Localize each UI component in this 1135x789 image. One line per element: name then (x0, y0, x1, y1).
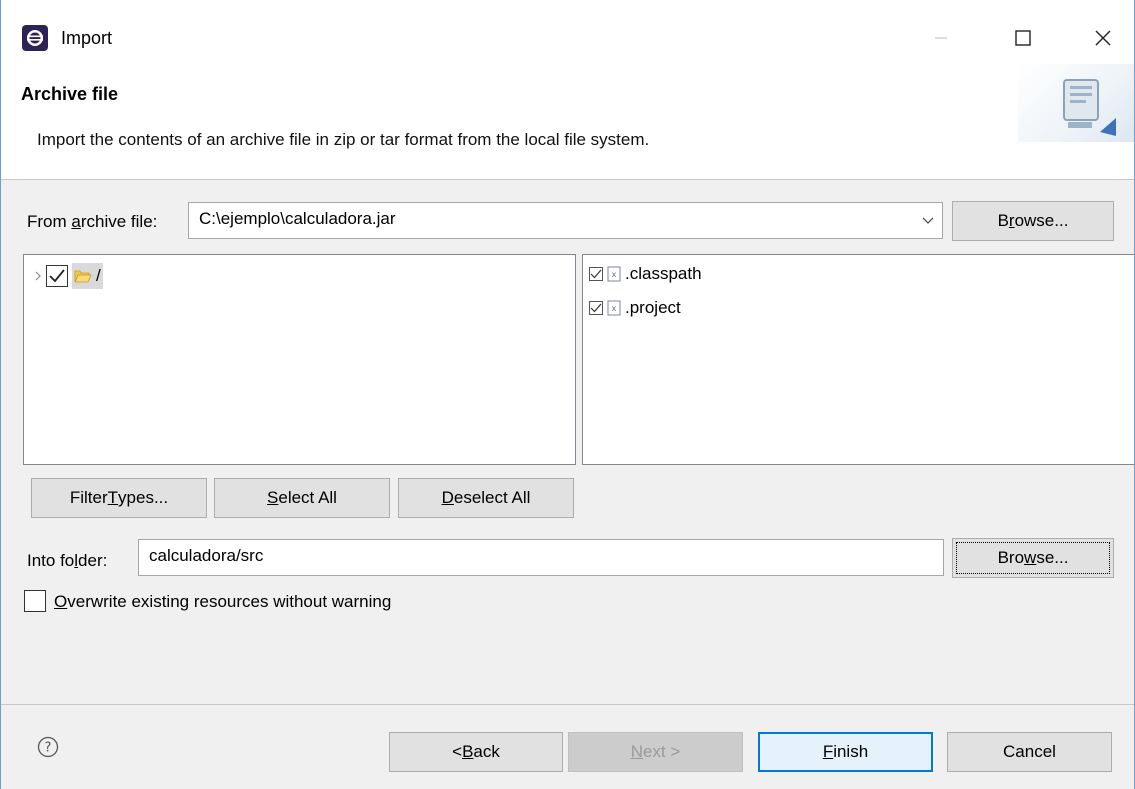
maximize-button[interactable] (993, 14, 1053, 62)
svg-text:?: ? (45, 741, 52, 756)
eclipse-app-icon (22, 25, 48, 51)
list-item-label: .project (625, 298, 681, 317)
list-item[interactable]: x .project (589, 298, 681, 318)
deselect-all-button[interactable]: Deselect All (398, 478, 574, 518)
maximize-icon (1015, 30, 1031, 46)
back-button[interactable]: < Back (389, 732, 563, 772)
xml-file-icon: x (607, 266, 621, 282)
into-folder-value: calculadora/src (149, 546, 264, 565)
file-list-panel[interactable]: x .classpath x .project (582, 254, 1134, 465)
svg-text:x: x (612, 304, 617, 313)
overwrite-checkbox[interactable] (24, 590, 46, 612)
chevron-down-icon[interactable] (918, 211, 938, 231)
overwrite-label[interactable]: Overwrite existing resources without war… (54, 592, 391, 612)
list-item-label: .classpath (625, 264, 702, 283)
tree-item[interactable]: / (30, 263, 103, 289)
import-wizard-icon (1063, 79, 1116, 136)
into-folder-browse-button[interactable]: Bro w se... (952, 538, 1114, 578)
wizard-header: Archive file Import the contents of an a… (1, 64, 1134, 180)
minimize-icon (935, 37, 947, 39)
close-button[interactable] (1073, 14, 1133, 62)
window-title: Import (61, 28, 113, 48)
list-item-checkbox[interactable] (589, 267, 603, 281)
archive-file-combo[interactable]: C:\ejemplo\calculadora.jar (188, 202, 943, 239)
finish-button[interactable]: Finish (758, 732, 933, 772)
help-icon[interactable]: ? (37, 736, 59, 758)
tree-item-checkbox[interactable] (46, 265, 68, 287)
next-button[interactable]: Next > (568, 732, 743, 772)
folder-tree-panel[interactable]: / (23, 254, 576, 465)
into-folder-input[interactable]: calculadora/src (138, 539, 944, 576)
minimize-button[interactable] (911, 14, 971, 62)
import-dialog: Import Archive file Import the contents … (0, 0, 1135, 789)
svg-text:x: x (612, 270, 617, 279)
archive-file-value: C:\ejemplo\calculadora.jar (199, 209, 396, 228)
xml-file-icon: x (607, 300, 621, 316)
filter-types-button[interactable]: Filter Types... (31, 478, 207, 518)
tree-item-label: / (96, 266, 101, 285)
chevron-right-icon[interactable] (30, 268, 46, 284)
into-folder-label: Into folder: (27, 551, 108, 570)
select-all-button[interactable]: Select All (214, 478, 390, 518)
folder-open-icon (74, 270, 92, 283)
cancel-button[interactable]: Cancel (947, 732, 1112, 772)
list-item-checkbox[interactable] (589, 301, 603, 315)
page-description: Import the contents of an archive file i… (37, 130, 650, 149)
list-item[interactable]: x .classpath (589, 264, 702, 284)
check-icon (590, 269, 602, 279)
title-bar: Import (1, 0, 1134, 76)
close-icon (1095, 30, 1111, 46)
tree-item-selection: / (72, 263, 103, 289)
archive-browse-button[interactable]: Br owse... (952, 201, 1114, 241)
page-title: Archive file (21, 84, 119, 104)
archive-file-label: From archive file: (27, 212, 158, 231)
check-icon (49, 269, 65, 283)
check-icon (590, 303, 602, 313)
